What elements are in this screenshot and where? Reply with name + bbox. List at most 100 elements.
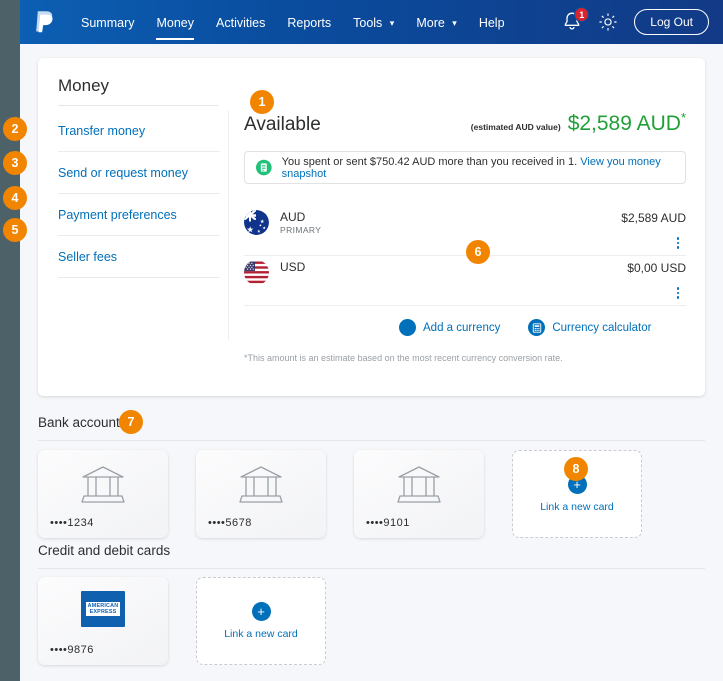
nav-item-label: Summary (81, 16, 134, 30)
cards-heading: Credit and debit cards (38, 543, 170, 558)
plus-circle-icon: + (252, 602, 271, 621)
bank-icon (38, 464, 168, 506)
top-navigation-bar: Summary Money Activities Reports Tools ▾… (20, 0, 723, 44)
currency-amount: $2,589 AUD (621, 210, 686, 225)
vertical-divider (228, 110, 229, 340)
nav-item-tools[interactable]: Tools ▾ (342, 12, 405, 33)
table-row[interactable]: USD $0,00 USD (244, 256, 686, 306)
spending-notice-banner: You spent or sent $750.42 AUD more than … (244, 151, 686, 184)
available-amount-value: $2,589 AUD (568, 112, 681, 135)
paypal-logo-icon[interactable] (32, 9, 56, 35)
calculator-icon (528, 319, 545, 336)
bank-accounts-tiles: ••••1234 ••••5678 (38, 450, 642, 538)
callout-badge-8: 8 (564, 457, 588, 481)
currency-names: USD (280, 260, 627, 275)
nav-items: Summary Money Activities Reports Tools ▾… (70, 12, 562, 33)
available-amount: $2,589 AUD* (568, 110, 686, 136)
table-row[interactable]: AUD PRIMARY $2,589 AUD (244, 206, 686, 256)
credit-card-tile[interactable]: AMERICAN EXPRESS ••••9876 (38, 577, 168, 665)
available-amount-group: (estimated AUD value) $2,589 AUD* (471, 110, 686, 136)
link-a-new-card-label: Link a new card (540, 501, 614, 513)
bank-accounts-heading: Bank accounts (38, 415, 127, 430)
plus-circle-icon: + (399, 319, 416, 336)
sidebar-item-payment-preferences[interactable]: Payment preferences (58, 194, 220, 236)
nav-item-money[interactable]: Money (145, 12, 205, 33)
bank-account-number: ••••5678 (208, 517, 252, 529)
nav-item-label: Activities (216, 16, 265, 30)
notifications-button[interactable]: 1 (562, 11, 582, 33)
page-title: Money (58, 76, 109, 96)
nav-item-label: Money (156, 16, 194, 30)
currency-amount: $0,00 USD (627, 260, 686, 275)
callout-badge-4: 4 (3, 186, 27, 210)
nav-item-more[interactable]: More ▾ (405, 12, 468, 33)
amex-brand-mark: AMERICAN EXPRESS (81, 591, 125, 627)
nav-item-help[interactable]: Help (468, 12, 516, 33)
document-green-icon (256, 159, 272, 176)
sidebar-item-send-or-request-money[interactable]: Send or request money (58, 152, 220, 194)
currency-calculator-button[interactable]: Currency calculator (528, 319, 651, 336)
gear-icon (598, 12, 618, 32)
currency-options-menu[interactable] (672, 236, 684, 250)
currency-primary-label: PRIMARY (280, 225, 621, 235)
callout-badge-1: 1 (250, 90, 274, 114)
money-content: Available (estimated AUD value) $2,589 A… (244, 110, 686, 363)
callout-badge-6: 6 (466, 240, 490, 264)
amex-logo-icon: AMERICAN EXPRESS (38, 591, 168, 627)
bank-accounts-rule (38, 440, 705, 441)
us-flag-icon (244, 260, 269, 285)
chevron-down-icon: ▾ (452, 18, 457, 29)
left-rail (0, 0, 20, 681)
conversion-rate-footnote: *This amount is an estimate based on the… (244, 353, 686, 363)
cards-tiles: AMERICAN EXPRESS ••••9876 + Link a new c… (38, 577, 326, 665)
nav-right-actions: 1 Log Out (562, 9, 709, 35)
link-a-new-card-button[interactable]: + Link a new card (196, 577, 326, 665)
chevron-down-icon: ▾ (390, 18, 395, 29)
banner-text: You spent or sent $750.42 AUD more than … (282, 156, 674, 180)
title-divider (58, 105, 218, 106)
money-card: Money Transfer money Send or request mon… (38, 58, 705, 396)
callout-badge-3: 3 (3, 151, 27, 175)
money-side-links: Transfer money Send or request money Pay… (58, 110, 220, 278)
nav-item-summary[interactable]: Summary (70, 12, 145, 33)
add-a-currency-button[interactable]: + Add a currency (399, 319, 500, 336)
credit-card-number: ••••9876 (50, 644, 94, 656)
bank-icon (196, 464, 326, 506)
bank-account-tile[interactable]: ••••9101 (354, 450, 484, 538)
sidebar-item-transfer-money[interactable]: Transfer money (58, 110, 220, 152)
amex-brand-text: AMERICAN EXPRESS (86, 602, 121, 616)
currency-list: AUD PRIMARY $2,589 AUD (244, 206, 686, 306)
footnote-asterisk: * (681, 110, 686, 125)
bank-icon (354, 464, 484, 506)
au-flag-icon (244, 210, 269, 235)
currency-code: AUD (280, 210, 621, 225)
currency-actions: + Add a currency Currency calculator (244, 319, 686, 336)
logout-button[interactable]: Log Out (634, 9, 709, 35)
notification-count-badge: 1 (574, 7, 589, 22)
bank-account-number: ••••9101 (366, 517, 410, 529)
available-label: Available (244, 114, 321, 136)
nav-item-label: Help (479, 16, 505, 30)
bank-account-number: ••••1234 (50, 517, 94, 529)
add-a-currency-label: Add a currency (423, 322, 500, 334)
sidebar-item-seller-fees[interactable]: Seller fees (58, 236, 220, 278)
nav-item-label: More (416, 16, 444, 30)
banner-message: You spent or sent $750.42 AUD more than … (282, 156, 578, 168)
amex-line-2: EXPRESS (88, 609, 119, 615)
available-row: Available (estimated AUD value) $2,589 A… (244, 110, 686, 136)
page-container: Summary Money Activities Reports Tools ▾… (20, 0, 723, 681)
currency-names: AUD PRIMARY (280, 210, 621, 235)
nav-item-activities[interactable]: Activities (205, 12, 276, 33)
bank-account-tile[interactable]: ••••1234 (38, 450, 168, 538)
nav-item-label: Reports (287, 16, 331, 30)
callout-badge-2: 2 (3, 117, 27, 141)
settings-button[interactable] (598, 12, 618, 32)
callout-badge-5: 5 (3, 218, 27, 242)
link-a-new-card-label: Link a new card (224, 628, 298, 640)
bank-account-tile[interactable]: ••••5678 (196, 450, 326, 538)
nav-item-label: Tools (353, 16, 382, 30)
estimated-value-label: (estimated AUD value) (471, 122, 561, 132)
nav-item-reports[interactable]: Reports (276, 12, 342, 33)
callout-badge-7: 7 (119, 410, 143, 434)
currency-options-menu[interactable] (672, 286, 684, 300)
